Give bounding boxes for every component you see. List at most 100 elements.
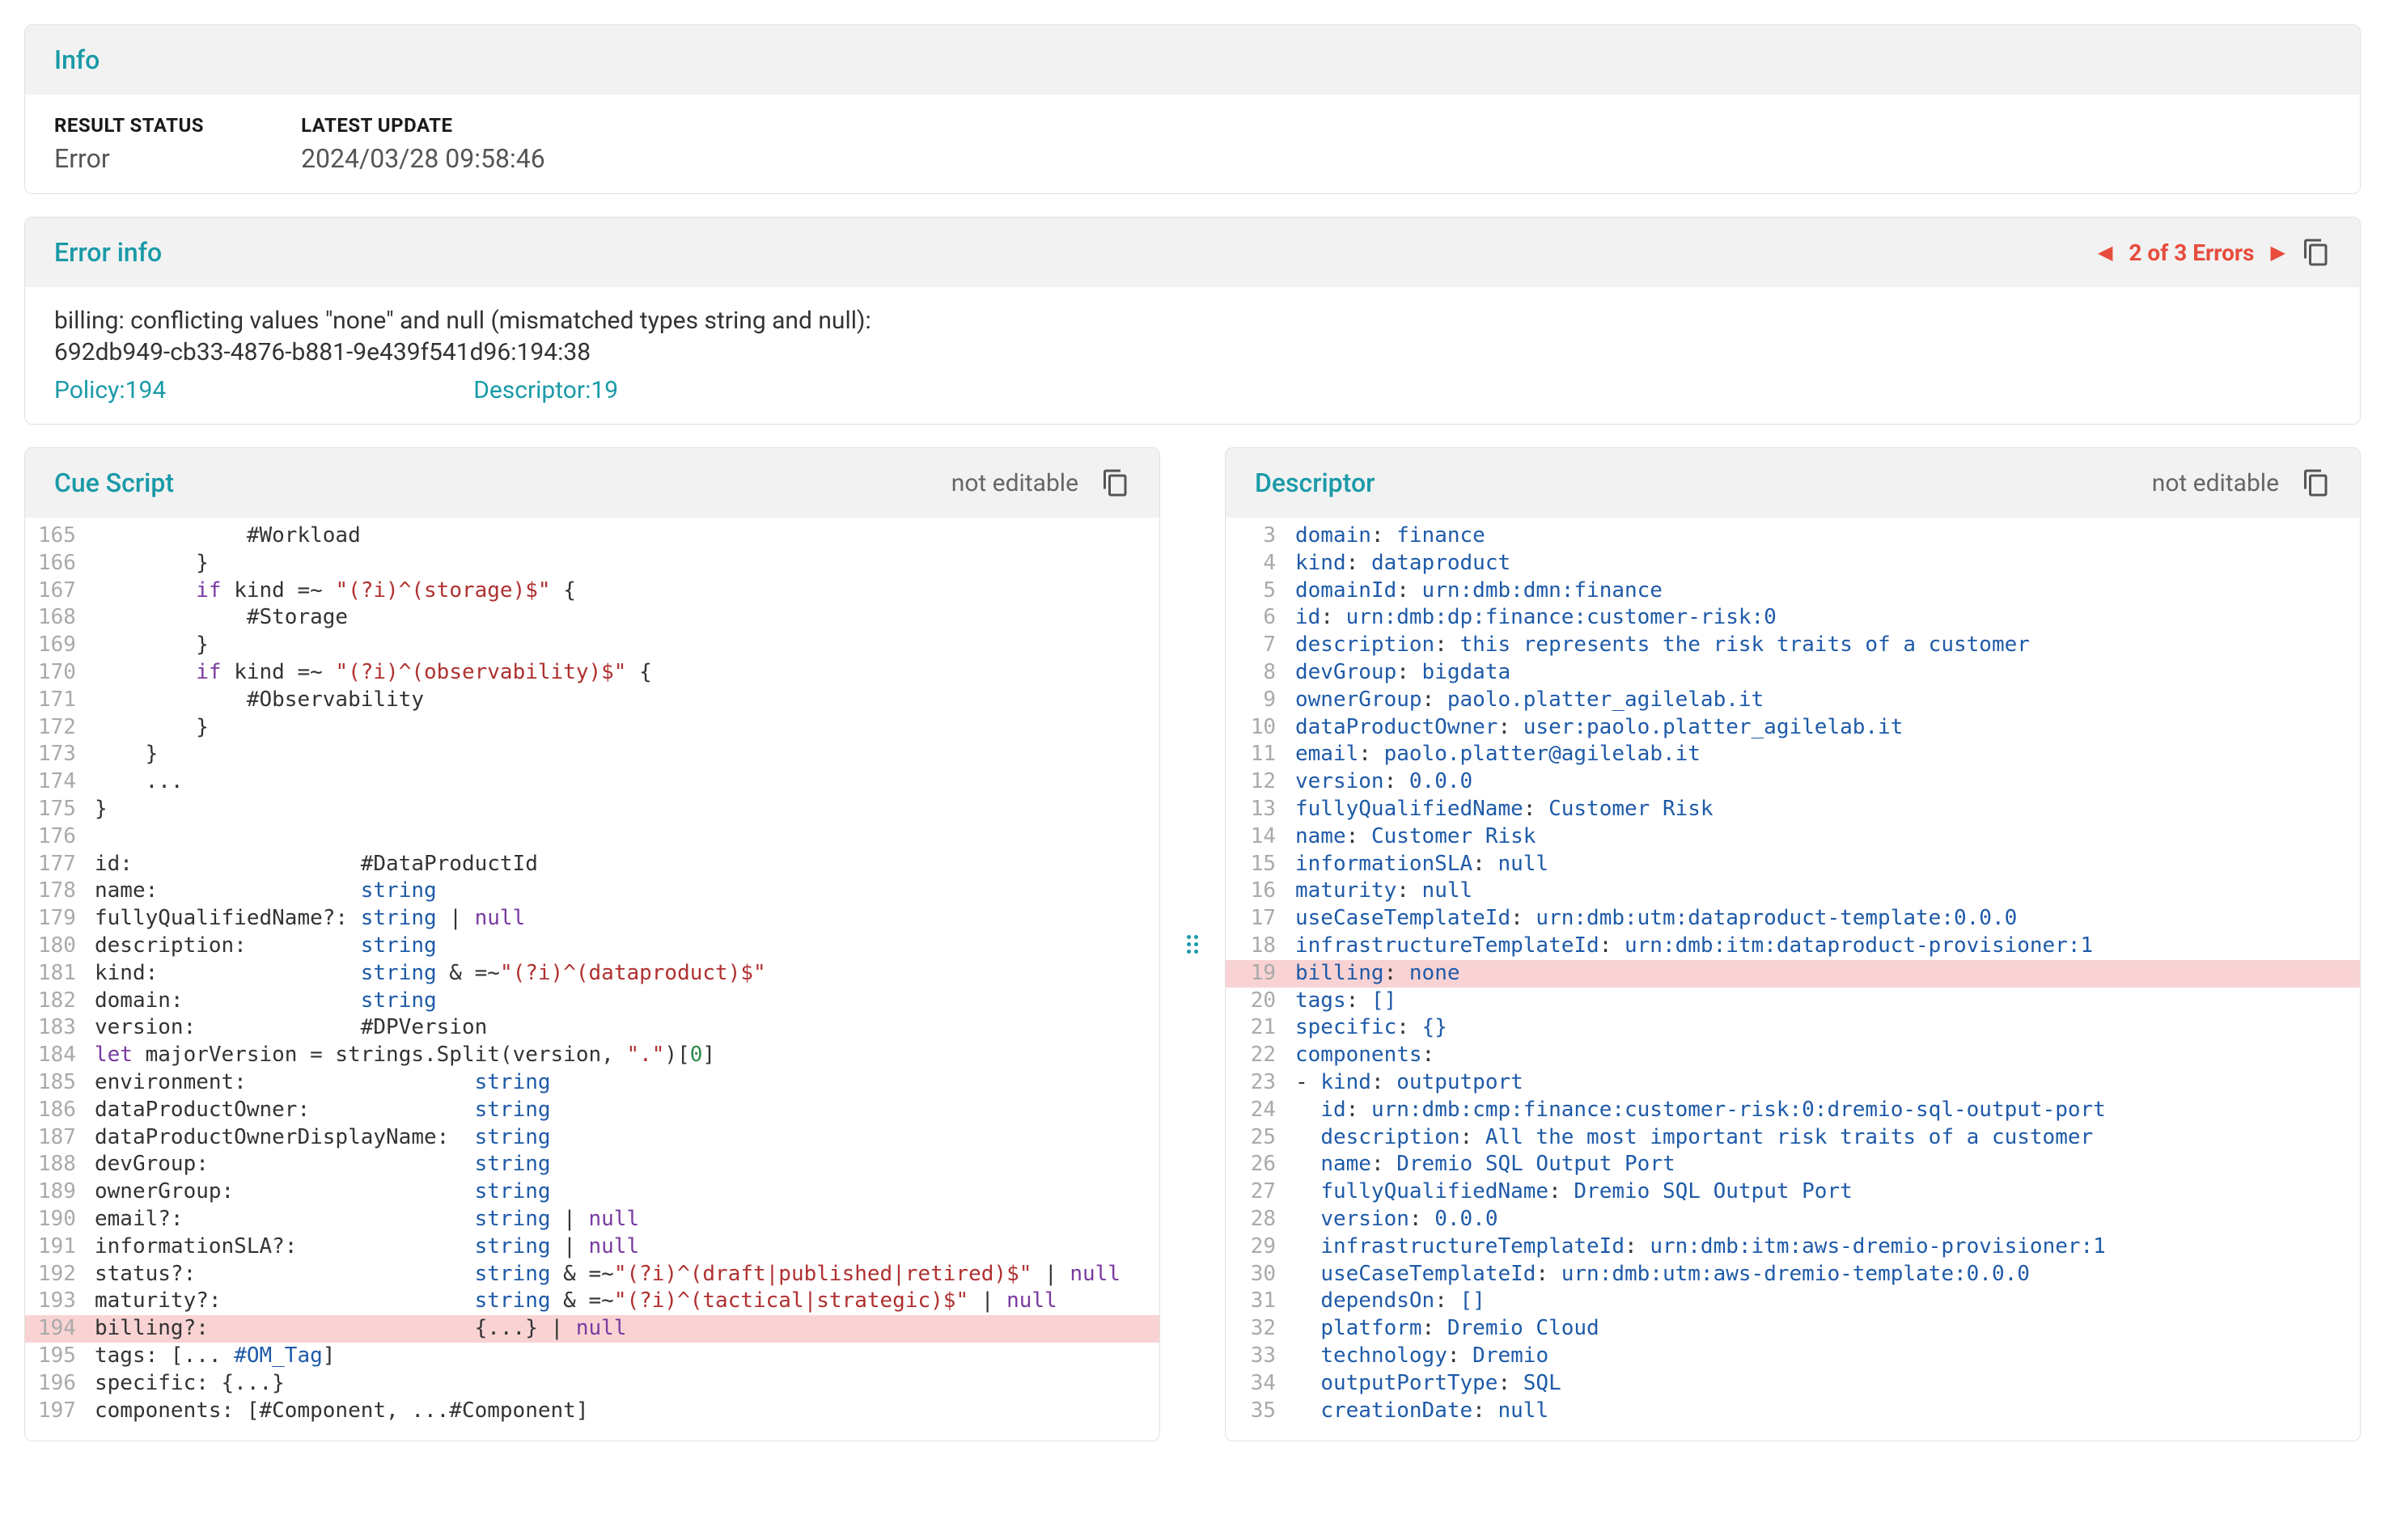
code-content: maturity?: string & =~"(?i)^(tactical|st… [95,1288,1057,1315]
line-number: 20 [1239,988,1295,1015]
line-number: 4 [1239,550,1295,578]
code-line: 18infrastructureTemplateId: urn:dmb:itm:… [1226,933,2360,960]
copy-error-button[interactable] [2302,238,2331,267]
descriptor-link[interactable]: Descriptor:19 [473,376,618,404]
code-content: status?: string & =~"(?i)^(draft|publish… [95,1261,1120,1288]
code-line: 184let majorVersion = strings.Split(vers… [25,1042,1159,1069]
code-content: if kind =~ "(?i)^(storage)$" { [95,578,576,605]
line-number: 186 [38,1097,95,1124]
prev-error-button[interactable]: ◀ [2098,241,2112,264]
line-number: 185 [38,1069,95,1097]
code-content: informationSLA: null [1295,851,1548,878]
code-content: dataProductOwner: string [95,1097,551,1124]
code-content: description: All the most important risk… [1295,1124,2093,1152]
code-content: #Observability [95,687,424,714]
code-line: 29 infrastructureTemplateId: urn:dmb:itm… [1226,1233,2360,1261]
code-content: environment: string [95,1069,551,1097]
code-line: 11email: paolo.platter@agilelab.it [1226,741,2360,768]
code-content: specific: {...} [95,1370,285,1398]
policy-link[interactable]: Policy:194 [54,376,166,404]
code-content: description: this represents the risk tr… [1295,632,2030,659]
line-number: 31 [1239,1288,1295,1315]
line-number: 168 [38,604,95,632]
line-number: 27 [1239,1178,1295,1206]
descriptor-code-body[interactable]: 3domain: finance4kind: dataproduct5domai… [1226,518,2360,1441]
cue-header: Cue Script not editable [25,448,1159,518]
line-number: 6 [1239,604,1295,632]
code-content: email: paolo.platter@agilelab.it [1295,741,1701,768]
next-error-button[interactable]: ▶ [2271,241,2285,264]
line-number: 194 [38,1315,95,1343]
code-content: ... [95,768,184,796]
code-line: 194billing?: {...} | null [25,1315,1159,1343]
error-count: 2 of 3 Errors [2129,239,2254,266]
line-number: 192 [38,1261,95,1288]
line-number: 174 [38,768,95,796]
code-content: description: string [95,933,437,960]
code-content: name: Customer Risk [1295,823,1536,851]
info-body: RESULT STATUS Error LATEST UPDATE 2024/0… [25,95,2360,193]
line-number: 189 [38,1178,95,1206]
code-line: 28 version: 0.0.0 [1226,1206,2360,1233]
cue-title: Cue Script [54,468,174,498]
code-content: name: Dremio SQL Output Port [1295,1151,1675,1178]
latest-update-col: LATEST UPDATE 2024/03/28 09:58:46 [301,114,545,174]
resize-handle[interactable] [1184,447,1201,1441]
code-line: 191informationSLA?: string | null [25,1233,1159,1261]
code-content: devGroup: bigdata [1295,659,1510,687]
descriptor-title: Descriptor [1255,468,1375,498]
line-number: 26 [1239,1151,1295,1178]
line-number: 7 [1239,632,1295,659]
code-line: 32 platform: Dremio Cloud [1226,1315,2360,1343]
code-line: 165 #Workload [25,522,1159,550]
code-content: billing?: {...} | null [95,1315,626,1343]
code-line: 21specific: {} [1226,1014,2360,1042]
line-number: 9 [1239,687,1295,714]
code-line: 193maturity?: string & =~"(?i)^(tactical… [25,1288,1159,1315]
code-line: 196specific: {...} [25,1370,1159,1398]
code-line: 175} [25,796,1159,823]
code-line: 173 } [25,741,1159,768]
line-number: 11 [1239,741,1295,768]
code-content: dataProductOwnerDisplayName: string [95,1124,551,1152]
code-line: 27 fullyQualifiedName: Dremio SQL Output… [1226,1178,2360,1206]
line-number: 195 [38,1343,95,1370]
code-line: 166 } [25,550,1159,578]
code-content: - kind: outputport [1295,1069,1523,1097]
line-number: 34 [1239,1370,1295,1398]
line-number: 172 [38,714,95,742]
cue-code-body[interactable]: 165 #Workload166 }167 if kind =~ "(?i)^(… [25,518,1159,1441]
line-number: 30 [1239,1261,1295,1288]
code-content: kind: dataproduct [1295,550,1510,578]
code-line: 178name: string [25,878,1159,905]
code-line: 189ownerGroup: string [25,1178,1159,1206]
line-number: 14 [1239,823,1295,851]
line-number: 25 [1239,1124,1295,1152]
line-number: 196 [38,1370,95,1398]
copy-cue-button[interactable] [1101,468,1130,497]
code-line: 12version: 0.0.0 [1226,768,2360,796]
line-number: 169 [38,632,95,659]
line-number: 187 [38,1124,95,1152]
code-content: version: #DPVersion [95,1014,487,1042]
code-content: platform: Dremio Cloud [1295,1315,1599,1343]
code-content: kind: string & =~"(?i)^(dataproduct)$" [95,960,766,988]
result-status-col: RESULT STATUS Error [54,114,204,174]
code-line: 168 #Storage [25,604,1159,632]
code-content: technology: Dremio [1295,1343,1548,1370]
code-line: 180description: string [25,933,1159,960]
code-line: 10dataProductOwner: user:paolo.platter_a… [1226,714,2360,742]
line-number: 191 [38,1233,95,1261]
line-number: 3 [1239,522,1295,550]
code-line: 5domainId: urn:dmb:dmn:finance [1226,578,2360,605]
copy-descriptor-button[interactable] [2302,468,2331,497]
code-content: infrastructureTemplateId: urn:dmb:itm:aw… [1295,1233,2106,1261]
info-title: Info [54,44,100,75]
code-content: informationSLA?: string | null [95,1233,639,1261]
code-line: 186dataProductOwner: string [25,1097,1159,1124]
line-number: 193 [38,1288,95,1315]
result-status-label: RESULT STATUS [54,114,204,137]
line-number: 165 [38,522,95,550]
line-number: 167 [38,578,95,605]
code-line: 3domain: finance [1226,522,2360,550]
